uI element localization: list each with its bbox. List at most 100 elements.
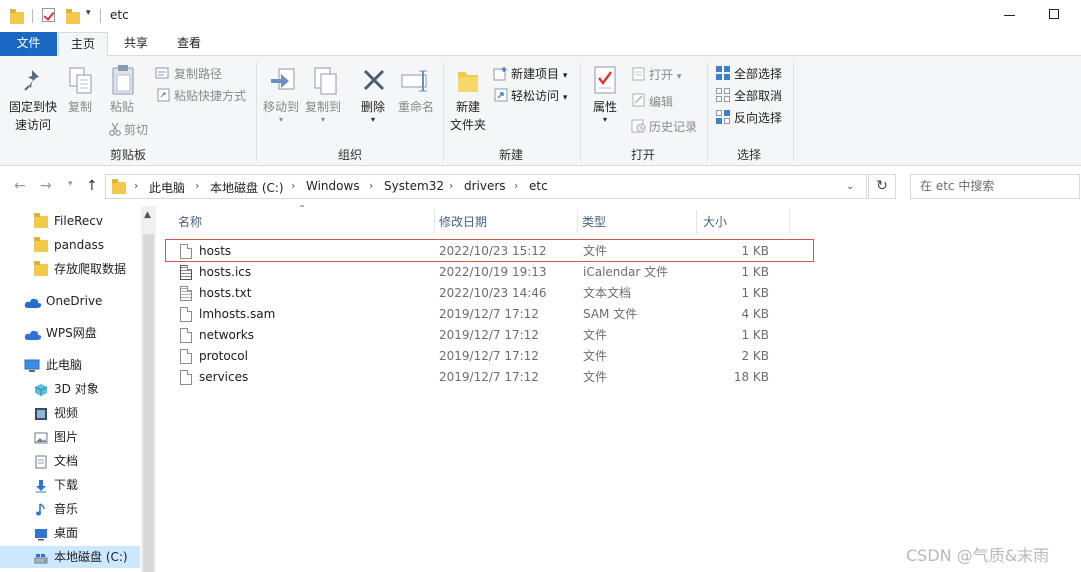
rename-button[interactable]: 重命名: [394, 98, 438, 116]
select-all-button[interactable]: 全部选择: [734, 65, 782, 82]
back-arrow-icon[interactable]: ←: [14, 178, 26, 194]
table-row[interactable]: lmhosts.sam 2019/12/7 17:12 SAM 文件 4 KB: [166, 304, 806, 325]
open-label: 打开: [649, 68, 674, 82]
ribbon-separator: [256, 62, 257, 162]
chevron-right-icon[interactable]: ›: [195, 179, 199, 192]
customize-toolbar-icon[interactable]: ▾: [86, 8, 91, 18]
new-item-button[interactable]: 新建项目 ▾: [511, 65, 567, 82]
nav-item-crawl-data[interactable]: 存放爬取数据: [0, 258, 140, 280]
paste-button[interactable]: 粘贴: [104, 98, 140, 116]
file-name: networks: [199, 328, 254, 342]
forward-arrow-icon[interactable]: →: [40, 178, 52, 194]
scrollbar-thumb[interactable]: [143, 234, 154, 572]
nav-item-this-pc[interactable]: 此电脑: [0, 354, 140, 376]
nav-item-local-disk-c[interactable]: 本地磁盘 (C:): [0, 546, 140, 568]
new-folder-button[interactable]: 新建 文件夹: [446, 98, 490, 134]
chevron-down-icon: ▾: [320, 115, 325, 124]
edit-button[interactable]: 编辑: [649, 93, 673, 110]
move-to-icon: [269, 66, 297, 99]
file-icon: [180, 244, 192, 259]
cloud-icon: [24, 294, 42, 308]
nav-item-filerecv[interactable]: FileRecv: [0, 210, 140, 232]
tab-view[interactable]: 查看: [163, 32, 215, 56]
table-row[interactable]: networks 2019/12/7 17:12 文件 1 KB: [166, 325, 806, 346]
file-date: 2019/12/7 17:12: [439, 349, 539, 363]
properties-button[interactable]: 属性 ▾: [586, 98, 624, 124]
column-separator[interactable]: [789, 210, 790, 234]
copy-path-button[interactable]: 复制路径: [174, 65, 222, 82]
cut-button[interactable]: 剪切: [124, 121, 148, 138]
file-date: 2022/10/23 15:12: [439, 244, 547, 258]
refresh-icon[interactable]: ↻: [868, 174, 896, 199]
tab-home[interactable]: 主页: [58, 32, 108, 57]
move-to-button[interactable]: 移动到 ▾: [259, 98, 303, 124]
invert-selection-button[interactable]: 反向选择: [734, 109, 782, 126]
new-item-label: 新建项目: [511, 67, 560, 81]
table-row[interactable]: hosts.txt 2022/10/23 14:46 文本文档 1 KB: [166, 283, 806, 304]
column-header-date[interactable]: 修改日期: [435, 206, 577, 236]
pin-quick-access-button[interactable]: 固定到快 速访问: [4, 98, 62, 134]
chevron-right-icon[interactable]: ›: [449, 179, 453, 192]
table-row[interactable]: protocol 2019/12/7 17:12 文件 2 KB: [166, 346, 806, 367]
address-bar[interactable]: › 此电脑 › 本地磁盘 (C:) › Windows › System32 ›…: [105, 174, 867, 199]
open-button[interactable]: 打开 ▾: [649, 66, 681, 83]
column-header-size[interactable]: 大小: [699, 206, 789, 236]
title-bar: ▾ etc: [0, 0, 1081, 32]
breadcrumb-local-disk[interactable]: 本地磁盘 (C:): [210, 179, 284, 196]
select-none-button[interactable]: 全部取消: [734, 87, 782, 104]
nav-item-documents[interactable]: 文档: [0, 450, 140, 472]
chevron-right-icon[interactable]: ›: [291, 179, 295, 192]
nav-item-downloads[interactable]: 下载: [0, 474, 140, 496]
chevron-right-icon[interactable]: ›: [369, 179, 373, 192]
address-dropdown-chevron-icon[interactable]: ⌄: [846, 181, 854, 192]
chevron-down-icon: ▾: [676, 72, 682, 82]
desktop-icon: [34, 526, 48, 541]
file-date: 2019/12/7 17:12: [439, 370, 539, 384]
maximize-button[interactable]: [1045, 6, 1065, 24]
nav-item-label: 图片: [54, 430, 79, 444]
nav-item-onedrive[interactable]: OneDrive: [0, 290, 140, 312]
nav-item-videos[interactable]: 视频: [0, 402, 140, 424]
breadcrumb-etc[interactable]: etc: [529, 179, 548, 193]
breadcrumb-this-pc[interactable]: 此电脑: [149, 179, 185, 196]
new-folder-quick-icon[interactable]: [66, 8, 80, 24]
nav-item-wps-cloud[interactable]: WPS网盘: [0, 322, 140, 344]
nav-item-3d-objects[interactable]: 3D 对象: [0, 378, 140, 400]
copy-to-button[interactable]: 复制到 ▾: [301, 98, 345, 124]
column-header-name[interactable]: 名称: [174, 206, 434, 236]
chevron-right-icon[interactable]: ›: [514, 179, 518, 192]
file-name: hosts: [199, 244, 232, 258]
properties-quick-icon[interactable]: [42, 8, 55, 22]
open-group-label: 打开: [630, 148, 655, 162]
file-type: 文件: [583, 328, 608, 342]
breadcrumb-system32[interactable]: System32: [384, 179, 444, 193]
nav-item-label: 视频: [54, 406, 79, 420]
minimize-button[interactable]: [1000, 6, 1020, 24]
tab-share[interactable]: 共享: [110, 32, 162, 56]
paste-shortcut-button[interactable]: 粘贴快捷方式: [174, 87, 246, 104]
nav-item-desktop[interactable]: 桌面: [0, 522, 140, 544]
recent-locations-chevron-icon[interactable]: ▾: [68, 179, 73, 189]
table-row[interactable]: hosts 2022/10/23 15:12 文件 1 KB: [166, 241, 806, 262]
column-header-type[interactable]: 类型: [578, 206, 696, 236]
table-row[interactable]: hosts.ics 2022/10/19 19:13 iCalendar 文件 …: [166, 262, 806, 283]
easy-access-button[interactable]: 轻松访问 ▾: [511, 87, 567, 104]
chevron-right-icon[interactable]: ›: [134, 179, 138, 192]
table-row[interactable]: services 2019/12/7 17:12 文件 18 KB: [166, 367, 806, 388]
nav-item-pandass[interactable]: pandass: [0, 234, 140, 256]
nav-item-pictures[interactable]: 图片: [0, 426, 140, 448]
tab-file[interactable]: 文件: [0, 32, 57, 56]
history-button[interactable]: 历史记录: [649, 118, 697, 135]
column-separator[interactable]: [696, 210, 697, 234]
up-arrow-icon[interactable]: ↑: [86, 178, 98, 194]
breadcrumb-drivers[interactable]: drivers: [464, 179, 506, 193]
delete-button[interactable]: 删除 ▾: [354, 98, 392, 124]
nav-item-music[interactable]: 音乐: [0, 498, 140, 520]
ribbon-separator: [580, 62, 581, 162]
copy-button[interactable]: 复制: [62, 98, 98, 116]
file-name: hosts.ics: [199, 265, 252, 279]
nav-pane-scrollbar[interactable]: ▲: [141, 206, 156, 572]
scroll-up-icon[interactable]: ▲: [144, 210, 151, 220]
search-input[interactable]: 在 etc 中搜索: [910, 174, 1080, 199]
breadcrumb-windows[interactable]: Windows: [306, 179, 360, 193]
